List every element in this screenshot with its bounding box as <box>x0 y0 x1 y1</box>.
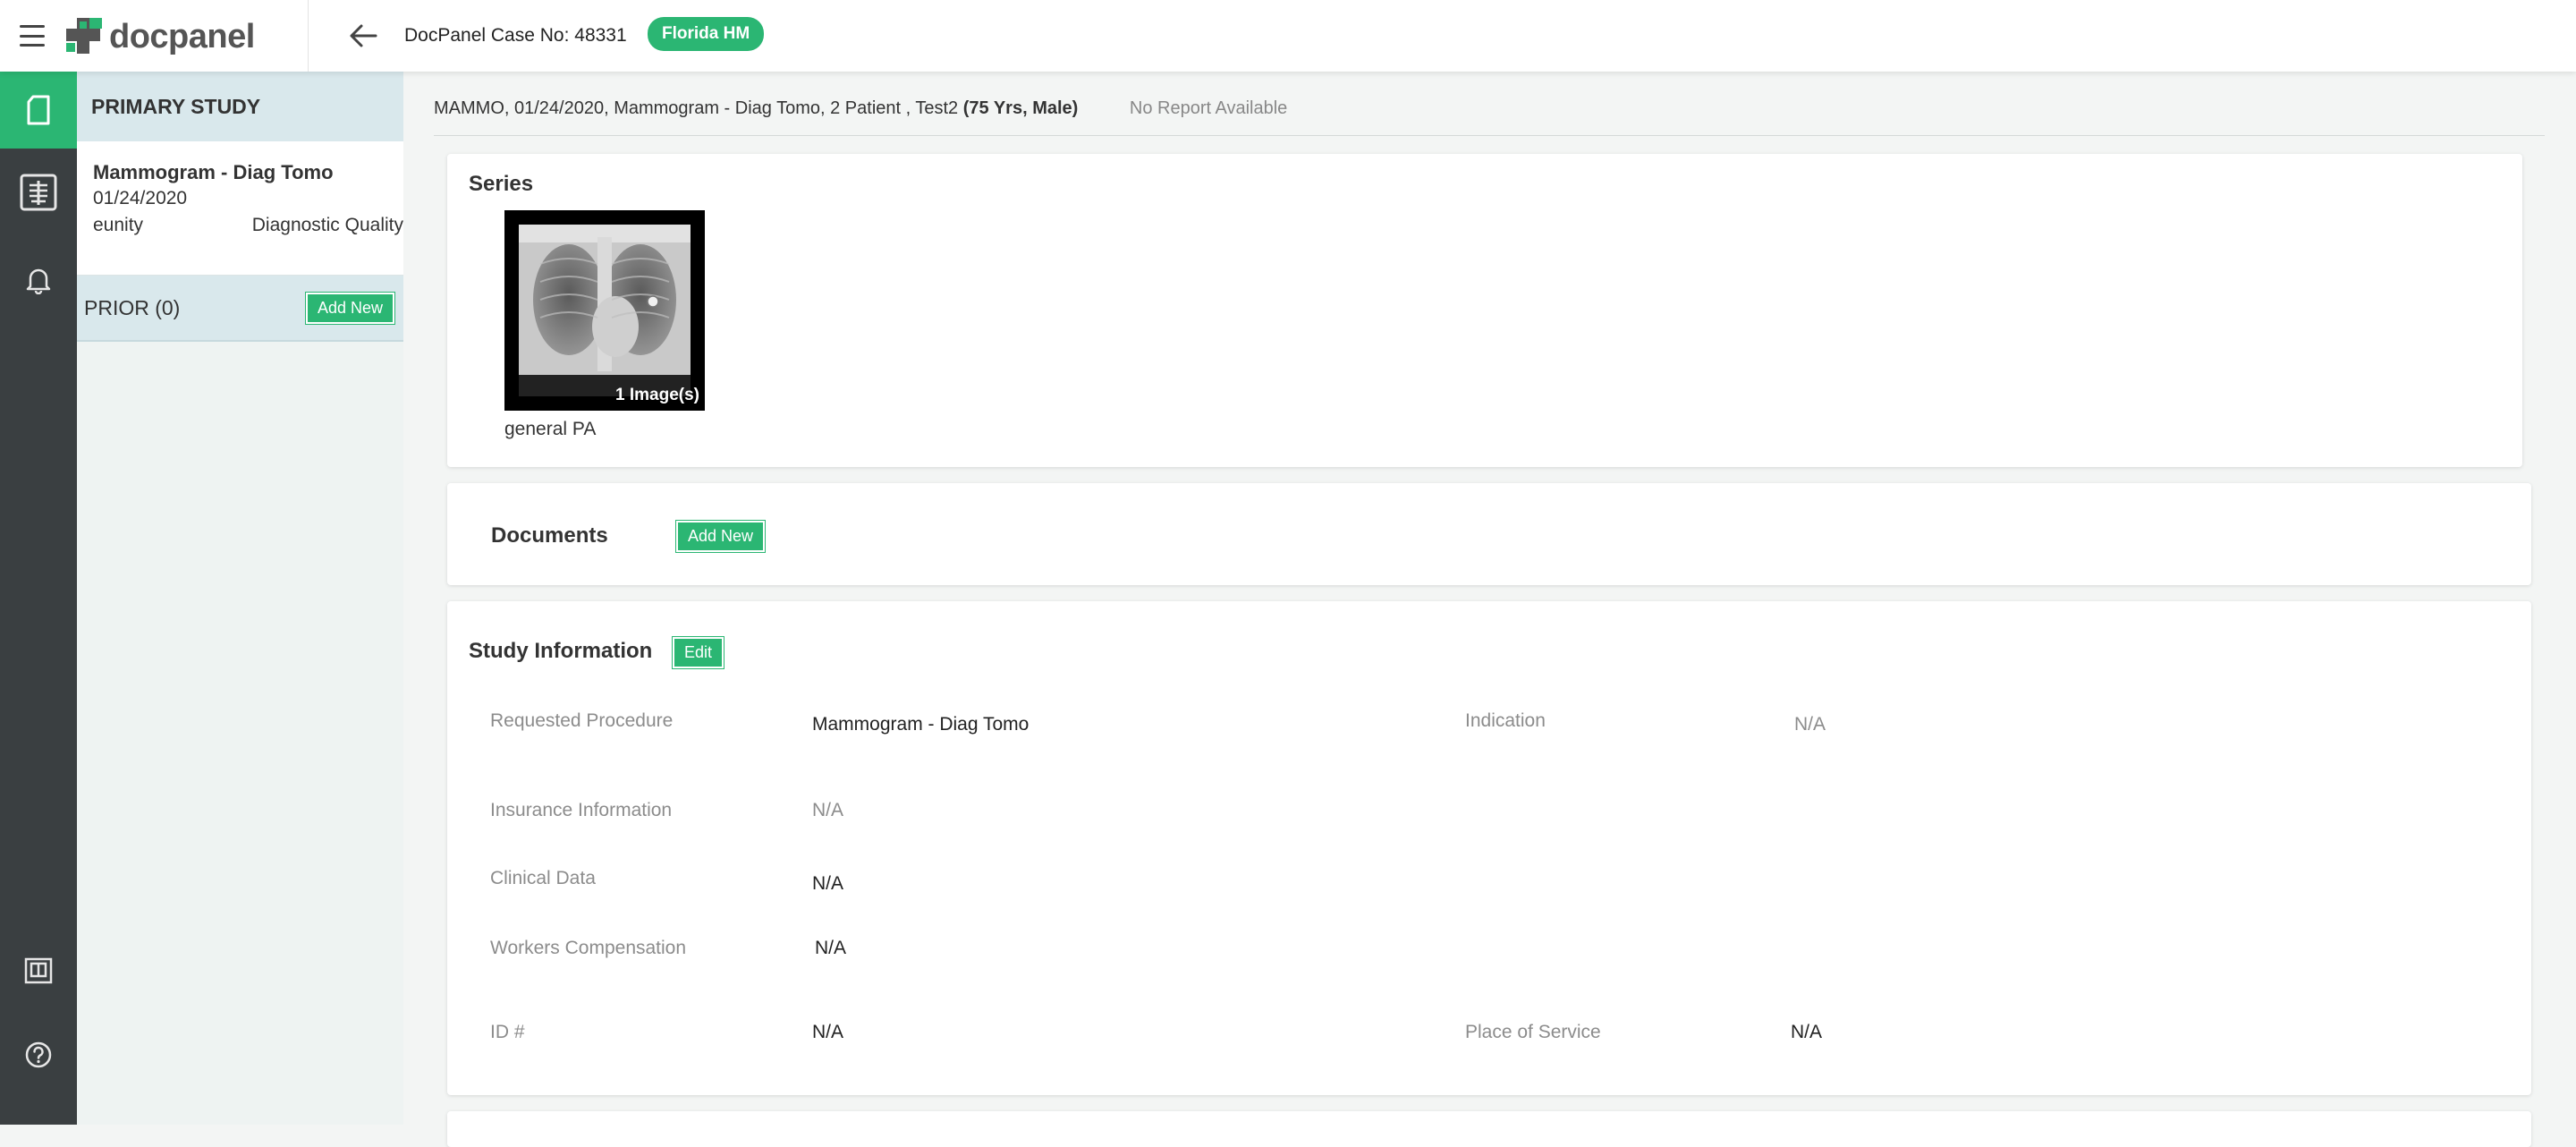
hamburger-menu-icon[interactable] <box>20 25 47 47</box>
chest-xray-image <box>519 225 691 396</box>
add-document-button[interactable]: Add New <box>674 520 767 553</box>
top-header: docpanel DocPanel Case No: 48331 Florida… <box>0 0 2576 72</box>
viewer-icon <box>24 957 53 984</box>
primary-study-card[interactable]: Mammogram - Diag Tomo 01/24/2020 eunity … <box>77 141 403 276</box>
clinical-data-label: Clinical Data <box>490 868 596 888</box>
id-label: ID # <box>490 1022 525 1042</box>
rail-item-viewer[interactable] <box>0 932 77 1009</box>
indication-label: Indication <box>1465 710 1546 731</box>
prior-title: PRIOR (0) <box>84 295 181 319</box>
help-icon <box>25 1041 52 1068</box>
add-prior-button[interactable]: Add New <box>304 291 396 325</box>
clinical-data-value: N/A <box>812 873 844 894</box>
insurance-value: N/A <box>812 800 844 820</box>
study-summary: MAMMO, 01/24/2020, Mammogram - Diag Tomo… <box>434 98 959 118</box>
document-icon <box>27 95 50 125</box>
rail-item-xray[interactable] <box>0 154 77 231</box>
id-value: N/A <box>812 1022 844 1042</box>
bell-icon <box>26 268 51 294</box>
documents-card: Documents Add New <box>447 483 2531 585</box>
study-list-panel: PRIMARY STUDY Mammogram - Diag Tomo 01/2… <box>77 72 403 1125</box>
study-source: eunity <box>93 215 144 235</box>
series-image-count: 1 Image(s) <box>615 386 699 404</box>
insurance-label: Insurance Information <box>490 800 673 820</box>
series-thumbnail[interactable]: 1 Image(s) <box>504 210 705 411</box>
series-title: Series <box>469 172 534 196</box>
edit-study-button[interactable]: Edit <box>671 636 725 669</box>
rail-item-documents[interactable] <box>0 72 77 149</box>
main-content: MAMMO, 01/24/2020, Mammogram - Diag Tomo… <box>403 72 2576 1147</box>
rail-item-notifications[interactable] <box>0 242 77 319</box>
docpanel-logo[interactable]: docpanel <box>64 14 255 59</box>
documents-title: Documents <box>491 523 608 548</box>
rail-item-help[interactable] <box>0 1016 77 1093</box>
study-date: 01/24/2020 <box>93 188 188 208</box>
place-of-service-label: Place of Service <box>1465 1022 1601 1042</box>
study-info-line: MAMMO, 01/24/2020, Mammogram - Diag Tomo… <box>434 98 2545 136</box>
prior-studies-header: PRIOR (0) Add New <box>77 276 403 342</box>
left-icon-rail <box>0 72 77 1125</box>
patient-age-sex: (75 Yrs, Male) <box>962 98 1079 118</box>
workers-compensation-label: Workers Compensation <box>490 938 687 958</box>
series-card: Series 1 Image(s) general PA <box>447 154 2522 467</box>
study-information-title: Study Information <box>469 639 653 663</box>
study-information-card: Study Information Edit Requested Procedu… <box>447 601 2531 1095</box>
header-divider <box>308 0 309 72</box>
next-card <box>447 1111 2531 1147</box>
indication-value: N/A <box>1794 714 1826 735</box>
study-quality: Diagnostic Quality <box>251 215 403 235</box>
place-of-service-value: N/A <box>1791 1022 1823 1042</box>
series-name: general PA <box>504 419 597 439</box>
back-arrow-icon[interactable] <box>349 23 377 48</box>
facility-badge: Florida HM <box>648 17 765 51</box>
requested-procedure-label: Requested Procedure <box>490 710 674 731</box>
logo-text: docpanel <box>109 17 255 55</box>
report-status: No Report Available <box>1129 98 1288 118</box>
xray-icon <box>20 174 57 211</box>
case-title: DocPanel Case No: 48331 <box>404 25 627 46</box>
requested-procedure-value: Mammogram - Diag Tomo <box>812 714 1030 735</box>
workers-compensation-value: N/A <box>815 938 847 958</box>
primary-study-header: PRIMARY STUDY <box>77 72 403 141</box>
logo-cross-icon <box>66 18 102 54</box>
study-name: Mammogram - Diag Tomo <box>93 161 334 183</box>
